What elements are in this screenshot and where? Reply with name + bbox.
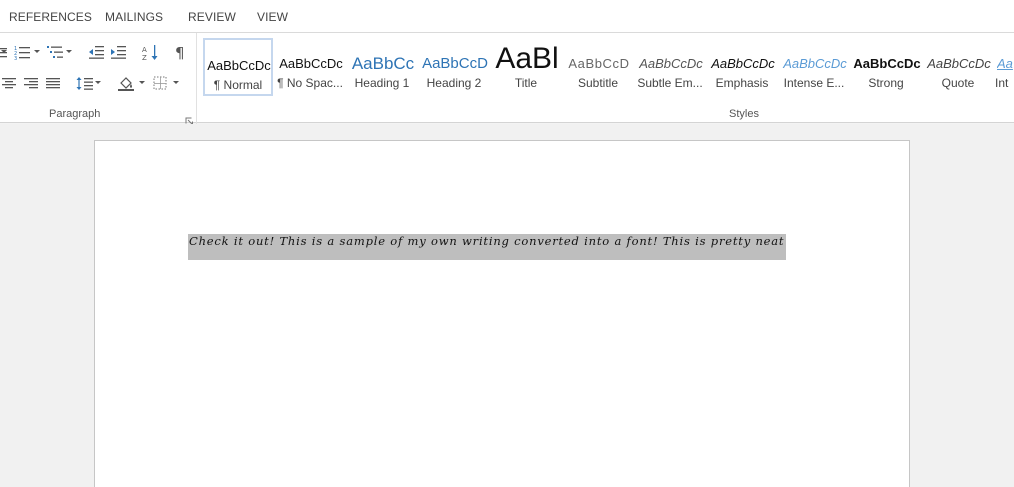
numbering-icon[interactable]: 1 2 3 xyxy=(12,42,32,62)
document-workspace[interactable]: Check it out! This is a sample of my own… xyxy=(0,124,1014,487)
line-spacing-dropdown[interactable] xyxy=(94,73,102,93)
tab-references[interactable]: REFERENCES xyxy=(9,10,92,24)
style-no-spacing[interactable]: AaBbCcDc ¶ No Spac... xyxy=(275,38,345,96)
style-heading-2[interactable]: AaBbCcD Heading 2 xyxy=(419,38,489,96)
list-dropdown[interactable] xyxy=(0,42,8,62)
tab-review[interactable]: REVIEW xyxy=(188,10,236,24)
style-strong[interactable]: AaBbCcDc Strong xyxy=(851,38,921,96)
style-preview: AaBbCcDc xyxy=(783,56,847,71)
style-heading-1[interactable]: AaBbCc Heading 1 xyxy=(347,38,417,96)
style-normal[interactable]: AaBbCcDc ¶ Normal xyxy=(203,38,273,96)
shading-dropdown[interactable] xyxy=(138,73,146,93)
style-label: ¶ Normal xyxy=(213,78,263,92)
paragraph-dialog-launcher-icon[interactable] xyxy=(185,112,193,125)
tab-view[interactable]: VIEW xyxy=(257,10,288,24)
style-preview: AaBbCc xyxy=(351,54,415,73)
style-preview: AaBl xyxy=(495,42,559,75)
style-preview: AaBbCcDc xyxy=(207,58,271,73)
align-center-icon[interactable] xyxy=(1,73,17,93)
multilevel-list-icon[interactable] xyxy=(45,42,65,62)
style-preview: AaBbCcDc xyxy=(711,56,775,71)
pilcrow-icon[interactable]: ¶ xyxy=(171,42,189,62)
style-label: Int xyxy=(995,76,1009,90)
style-emphasis[interactable]: AaBbCcDc Emphasis xyxy=(707,38,777,96)
ribbon-tab-bar: REFERENCES MAILINGS REVIEW VIEW xyxy=(0,0,1014,32)
style-label: Heading 2 xyxy=(426,76,482,90)
style-label: Subtitle xyxy=(577,76,619,90)
style-preview: Aa xyxy=(997,56,1013,71)
borders-icon[interactable] xyxy=(151,73,169,93)
line-spacing-icon[interactable] xyxy=(75,73,95,93)
shading-icon[interactable] xyxy=(116,73,136,93)
style-intense-quote[interactable]: Aa Int xyxy=(995,38,1014,96)
style-subtitle[interactable]: AaBbCcD Subtitle xyxy=(563,38,633,96)
style-label: ¶ No Spac... xyxy=(277,76,343,90)
style-subtle-emphasis[interactable]: AaBbCcDc Subtle Em... xyxy=(635,38,705,96)
style-label: Title xyxy=(514,76,538,90)
style-label: Emphasis xyxy=(715,76,769,90)
style-preview: AaBbCcDc xyxy=(639,56,703,71)
style-preview: AaBbCcDc xyxy=(279,56,343,71)
style-label: Heading 1 xyxy=(354,76,410,90)
increase-indent-icon[interactable] xyxy=(109,42,127,62)
numbering-dropdown[interactable] xyxy=(33,42,41,62)
align-right-icon[interactable] xyxy=(23,73,39,93)
paragraph-group-label: Paragraph xyxy=(49,108,101,120)
svg-text:3: 3 xyxy=(14,56,17,60)
justify-icon[interactable] xyxy=(45,73,61,93)
styles-group-label: Styles xyxy=(729,108,759,120)
borders-dropdown[interactable] xyxy=(172,73,180,93)
style-title[interactable]: AaBl Title xyxy=(491,38,561,96)
selected-text-line[interactable]: Check it out! This is a sample of my own… xyxy=(188,234,786,260)
style-label: Quote xyxy=(941,76,975,90)
style-label: Strong xyxy=(868,76,904,90)
style-label: Intense E... xyxy=(783,76,845,90)
svg-text:¶: ¶ xyxy=(175,45,185,60)
style-intense-emphasis[interactable]: AaBbCcDc Intense E... xyxy=(779,38,849,96)
svg-text:Z: Z xyxy=(142,54,147,61)
style-preview: AaBbCcD xyxy=(422,55,488,72)
svg-text:A: A xyxy=(142,46,147,54)
style-preview: AaBbCcDc xyxy=(853,56,921,71)
document-page[interactable]: Check it out! This is a sample of my own… xyxy=(94,140,910,487)
tab-mailings[interactable]: MAILINGS xyxy=(105,10,163,24)
multilevel-list-dropdown[interactable] xyxy=(65,42,73,62)
style-preview: AaBbCcD xyxy=(568,56,630,71)
style-label: Subtle Em... xyxy=(637,76,703,90)
paragraph-group: 1 2 3 A Z ¶ Paragraph xyxy=(0,33,197,125)
decrease-indent-icon[interactable] xyxy=(87,42,105,62)
sort-icon[interactable]: A Z xyxy=(141,42,159,62)
style-preview: AaBbCcDc xyxy=(927,56,991,71)
ribbon: 1 2 3 A Z ¶ Paragraph AaBbCcDc ¶ Normal … xyxy=(0,32,1014,125)
styles-gallery: AaBbCcDc ¶ Normal AaBbCcDc ¶ No Spac... … xyxy=(203,38,1014,98)
style-quote[interactable]: AaBbCcDc Quote xyxy=(923,38,993,96)
